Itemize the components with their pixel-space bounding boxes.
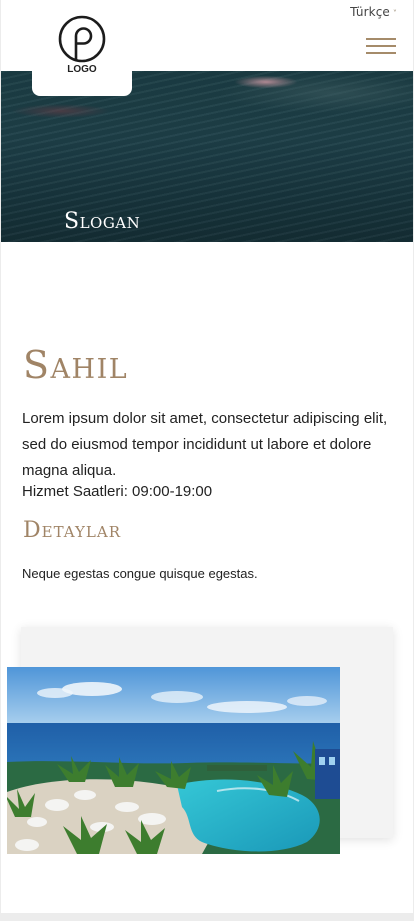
hero-banner: Slogan: [1, 71, 413, 242]
details-heading: Detaylar: [23, 518, 121, 543]
menu-button[interactable]: [366, 38, 396, 54]
hamburger-menu-line: [366, 52, 396, 54]
page-title: Sahil: [23, 343, 129, 387]
logo-text: LOGO: [67, 64, 97, 75]
service-hours: Hizmet Saatleri: 09:00-19:00: [22, 483, 213, 500]
details-text: Neque egestas congue quisque egestas.: [22, 566, 258, 581]
hamburger-menu-icon: [366, 38, 396, 40]
hero-slogan: Slogan: [64, 209, 141, 234]
page: Slogan LOGO Türkçe ˅ Sahil Lorem ipsum do…: [1, 0, 413, 913]
resort-pool-photo[interactable]: [7, 667, 340, 854]
logo[interactable]: LOGO: [32, 0, 132, 96]
hamburger-menu-line: [366, 45, 396, 47]
logo-p-icon: [58, 15, 106, 63]
resort-image: [7, 667, 340, 854]
description-text: Lorem ipsum dolor sit amet, consectetur …: [22, 410, 388, 479]
language-selector[interactable]: Türkçe ˅: [350, 5, 397, 19]
language-label: Türkçe: [350, 5, 390, 19]
chevron-down-icon: ˅: [392, 9, 397, 18]
